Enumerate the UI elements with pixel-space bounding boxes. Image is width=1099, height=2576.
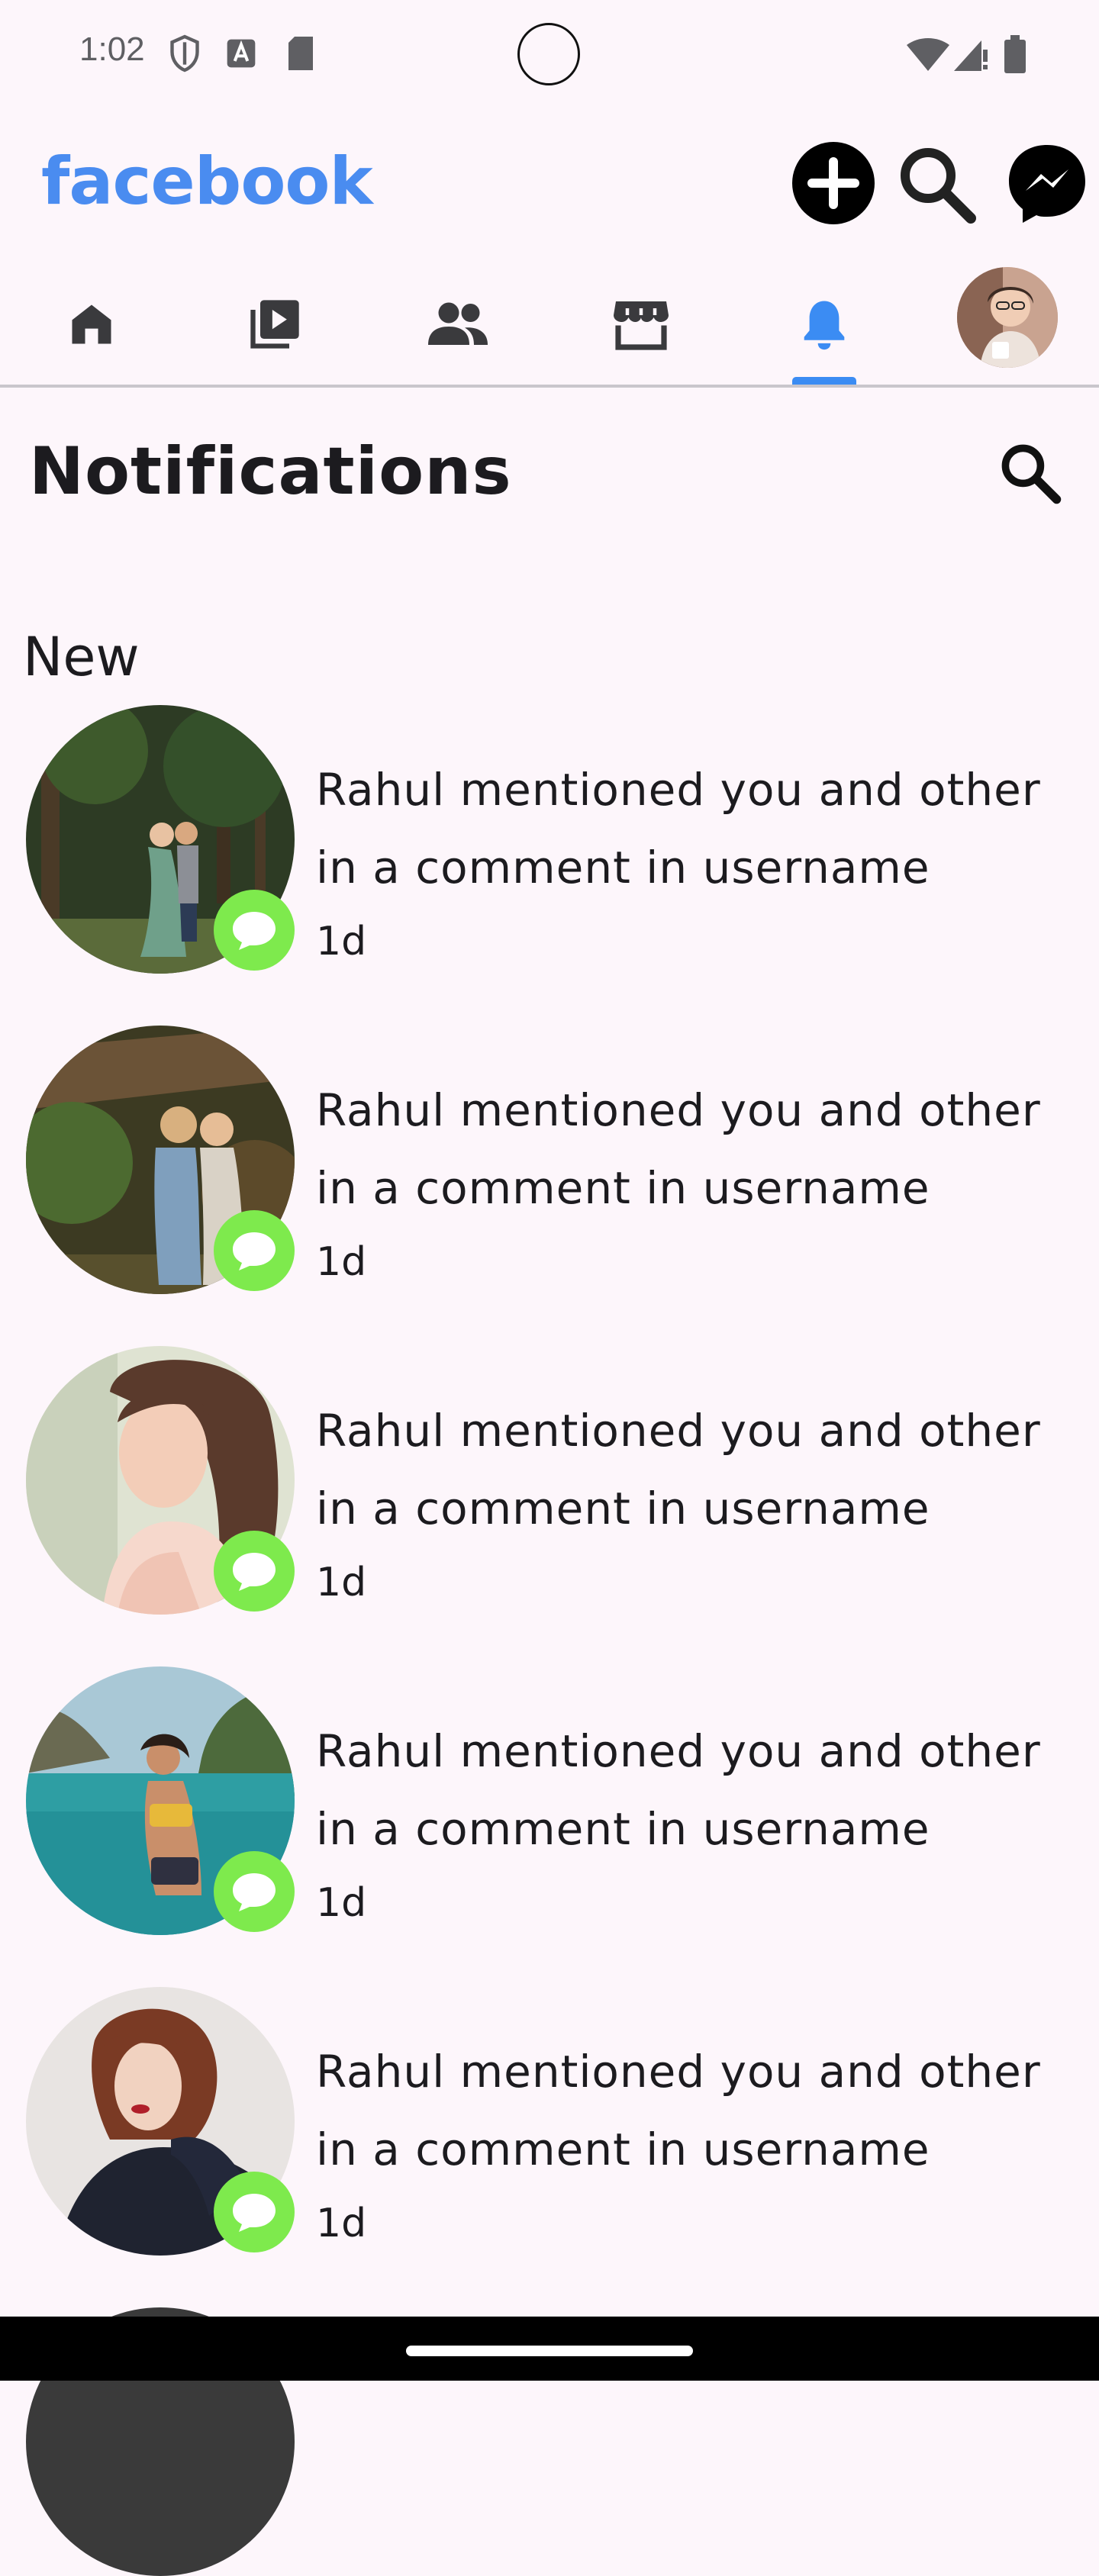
tab-notifications[interactable] xyxy=(778,263,870,385)
notification-item[interactable]: Rahul mentioned you and other in a comme… xyxy=(0,1666,1099,1956)
notification-time: 1d xyxy=(316,2201,367,2246)
plus-icon[interactable] xyxy=(791,140,876,226)
comment-badge xyxy=(214,1851,295,1932)
facebook-logo[interactable]: facebook xyxy=(41,143,373,220)
messenger-icon[interactable] xyxy=(1004,140,1090,226)
notification-time: 1d xyxy=(316,1239,367,1285)
notification-time: 1d xyxy=(316,1880,367,1926)
notifications-search-icon[interactable] xyxy=(995,438,1065,508)
notification-line-1: Rahul mentioned you and other xyxy=(316,1725,1041,1777)
comment-bubble-icon xyxy=(233,1553,276,1591)
bell-icon xyxy=(804,301,845,350)
notification-time: 1d xyxy=(316,919,367,964)
notification-line-2: in a comment in username xyxy=(316,1803,930,1855)
notification-line-2: in a comment in username xyxy=(316,1483,930,1534)
notification-item[interactable]: Rahul mentioned you and other in a comme… xyxy=(0,1987,1099,2277)
notification-line-1: Rahul mentioned you and other xyxy=(316,1405,1041,1457)
status-bar: 1:02 xyxy=(0,0,1099,110)
section-heading-new: New xyxy=(23,626,140,688)
notification-item[interactable]: Rahul mentioned you and other in a comme… xyxy=(0,1346,1099,1636)
sd-card-icon xyxy=(288,37,313,70)
notification-line-2: in a comment in username xyxy=(316,842,930,894)
status-time: 1:02 xyxy=(79,31,145,68)
comment-bubble-icon xyxy=(233,1232,276,1270)
comment-badge xyxy=(214,890,295,971)
signal-icon xyxy=(954,40,988,71)
comment-bubble-icon xyxy=(233,2194,276,2232)
notification-time: 1d xyxy=(316,1560,367,1605)
notification-line-2: in a comment in username xyxy=(316,2124,930,2175)
video-icon xyxy=(250,300,299,349)
notification-item[interactable]: Rahul mentioned you and other in a comme… xyxy=(0,1026,1099,1315)
profile-avatar[interactable] xyxy=(957,267,1058,368)
comment-badge xyxy=(214,2172,295,2252)
comment-badge xyxy=(214,1531,295,1612)
page-title: Notifications xyxy=(29,433,512,510)
tab-video[interactable] xyxy=(229,263,321,385)
system-navigation-bar xyxy=(0,2317,1099,2381)
marketplace-icon xyxy=(614,301,669,350)
a-box-icon xyxy=(227,39,256,68)
tab-divider xyxy=(0,385,1099,388)
notification-line-1: Rahul mentioned you and other xyxy=(316,2046,1041,2098)
comment-badge xyxy=(214,1210,295,1291)
notification-text: Rahul mentioned you and other in a comme… xyxy=(316,1392,1087,1547)
camera-cutout xyxy=(517,23,580,85)
friends-icon xyxy=(428,302,488,345)
comment-bubble-icon xyxy=(233,912,276,950)
tab-home[interactable] xyxy=(46,263,137,385)
notification-item[interactable]: Rahul mentioned you and other in a comme… xyxy=(0,705,1099,995)
shield-icon xyxy=(170,34,199,72)
tab-marketplace[interactable] xyxy=(595,263,687,385)
profile-photo xyxy=(957,267,1058,368)
notification-text: Rahul mentioned you and other in a comme… xyxy=(316,751,1087,906)
home-gesture-handle[interactable] xyxy=(406,2346,693,2356)
search-icon[interactable] xyxy=(894,142,980,227)
wifi-icon xyxy=(907,38,949,71)
notification-text: Rahul mentioned you and other in a comme… xyxy=(316,1071,1087,1227)
notification-text: Rahul mentioned you and other in a comme… xyxy=(316,1712,1087,1868)
notification-line-1: Rahul mentioned you and other xyxy=(316,1084,1041,1136)
tab-friends[interactable] xyxy=(412,263,504,385)
notification-line-1: Rahul mentioned you and other xyxy=(316,764,1041,816)
comment-bubble-icon xyxy=(233,1873,276,1911)
notification-text: Rahul mentioned you and other in a comme… xyxy=(316,2033,1087,2188)
notification-line-2: in a comment in username xyxy=(316,1162,930,1214)
active-tab-indicator xyxy=(792,377,856,385)
tab-bar xyxy=(0,263,1099,385)
battery-icon xyxy=(1004,35,1026,73)
home-icon xyxy=(72,304,111,344)
